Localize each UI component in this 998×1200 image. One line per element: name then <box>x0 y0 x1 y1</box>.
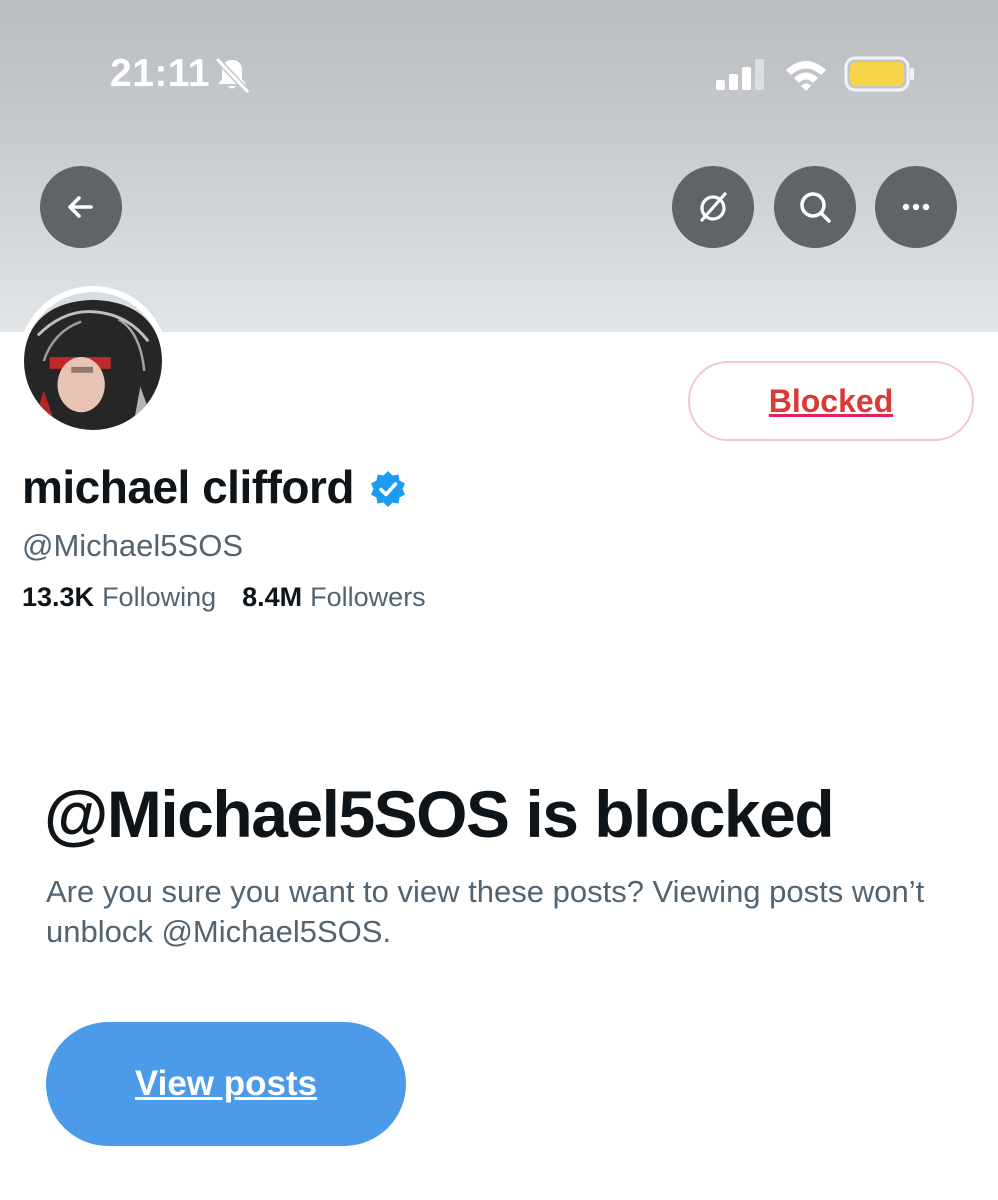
blocked-button[interactable]: Blocked <box>688 361 974 441</box>
search-icon <box>800 192 831 223</box>
display-name: michael clifford <box>22 461 354 513</box>
handle: @Michael5SOS <box>22 528 243 563</box>
following-stat[interactable]: 13.3K Following <box>22 582 216 613</box>
profile-banner <box>0 0 998 332</box>
view-posts-label: View posts <box>134 1064 318 1103</box>
verified-badge-icon <box>370 471 405 507</box>
signal-icon <box>716 59 764 90</box>
back-arrow-icon <box>68 196 93 218</box>
blocked-title: @Michael5SOS is blocked <box>44 777 835 851</box>
followers-label: Followers <box>310 582 426 612</box>
blocked-description: Are you sure you want to view these post… <box>46 874 925 949</box>
more-button[interactable] <box>875 166 957 248</box>
name-row: michael clifford <box>22 460 408 514</box>
back-button[interactable] <box>40 166 122 248</box>
grok-button[interactable] <box>672 166 754 248</box>
battery-icon <box>844 56 914 92</box>
search-button[interactable] <box>774 166 856 248</box>
wifi-icon <box>786 61 826 91</box>
following-count: 13.3K <box>22 582 95 612</box>
status-time: 21:11 <box>110 52 211 95</box>
blocked-button-label: Blocked <box>768 382 894 419</box>
avatar-image <box>24 292 162 430</box>
followers-count: 8.4M <box>242 582 303 612</box>
more-icon <box>902 203 930 211</box>
grok-icon <box>700 192 727 222</box>
following-label: Following <box>102 582 217 612</box>
view-posts-button[interactable]: View posts <box>46 1022 406 1146</box>
profile-stats: 13.3K Following 8.4M Followers <box>22 582 426 613</box>
avatar[interactable] <box>18 286 168 436</box>
bell-slash-icon <box>214 56 251 94</box>
followers-stat[interactable]: 8.4M Followers <box>242 582 426 613</box>
